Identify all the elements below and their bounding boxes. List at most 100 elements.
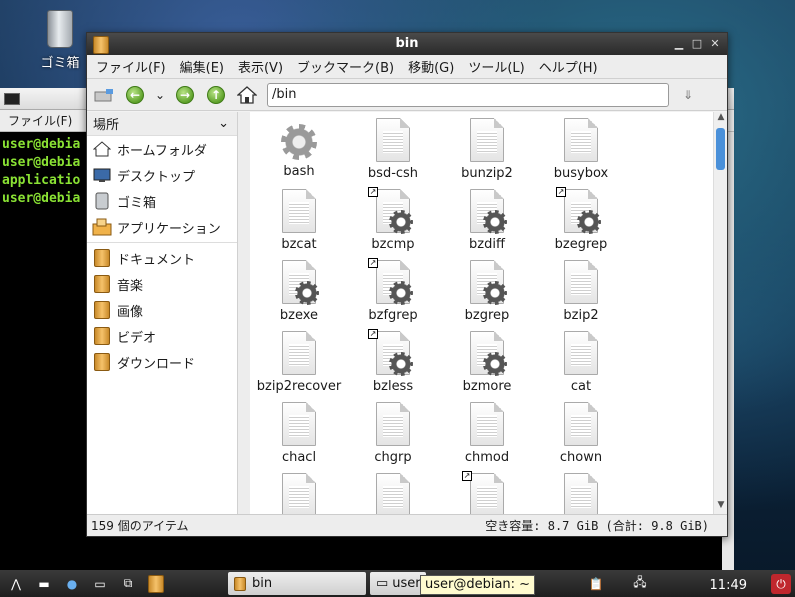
file-name: bunzip2 [461, 166, 513, 181]
forward-button[interactable]: → [172, 82, 198, 108]
file-item[interactable]: bzmore [440, 331, 534, 402]
file-item[interactable]: ↗ bzless [346, 329, 440, 402]
scroll-up-icon[interactable]: ▲ [714, 112, 727, 126]
bookmark-pictures[interactable]: 画像 [87, 297, 237, 323]
start-menu-button[interactable]: ⋀ [4, 573, 28, 595]
file-item[interactable]: bzgrep [440, 260, 534, 331]
window-titlebar[interactable]: bin ▁ □ ✕ [87, 33, 727, 55]
close-button[interactable]: ✕ [709, 33, 721, 55]
symlink-icon: ↗ [462, 471, 472, 481]
pane-splitter[interactable] [238, 112, 250, 514]
history-dropdown-button[interactable]: ⌄ [153, 82, 167, 108]
home-icon [237, 85, 257, 104]
parent-folder-button[interactable]: ↑ [203, 82, 229, 108]
folder-icon [148, 574, 164, 593]
file-item[interactable]: chown [534, 402, 628, 473]
file-item[interactable]: bsd-csh [346, 118, 440, 189]
executable-icon [470, 189, 507, 234]
network-icon: 🖧 [633, 575, 647, 589]
bookmark-documents[interactable]: ドキュメント [87, 245, 237, 271]
side-pane-selector[interactable]: 場所 ⌄ [87, 112, 237, 136]
location-go-button[interactable]: ⇓ [675, 82, 701, 108]
clipboard-icon: 📋 [588, 576, 604, 591]
file-name: bzmore [462, 379, 512, 394]
file-item[interactable]: chmod [440, 402, 534, 473]
document-icon [282, 473, 316, 514]
bookmark-videos[interactable]: ビデオ [87, 323, 237, 349]
file-name: bsd-csh [367, 166, 419, 181]
gear-icon [483, 281, 507, 305]
menu-go[interactable]: 移動(G) [401, 57, 461, 76]
file-item[interactable]: ↗ bzegrep [534, 187, 628, 260]
desktop-trash-icon[interactable]: ゴミ箱 [30, 10, 90, 71]
network-tray[interactable]: 🖧 [628, 573, 652, 595]
file-item[interactable] [346, 473, 440, 514]
gear-icon [281, 124, 317, 160]
back-button[interactable]: ← [122, 82, 148, 108]
place-desktop[interactable]: デスクトップ [87, 162, 237, 188]
file-item[interactable]: ↗ [440, 471, 534, 514]
bookmark-music[interactable]: 音楽 [87, 271, 237, 297]
maximize-button[interactable]: □ [691, 33, 703, 55]
browser-launcher[interactable]: ● [60, 573, 84, 595]
file-item[interactable]: bzdiff [440, 189, 534, 260]
gear-icon [389, 210, 413, 234]
file-item[interactable] [252, 473, 346, 514]
file-item[interactable]: chacl [252, 402, 346, 473]
window-switcher[interactable]: ⧉ [116, 573, 140, 595]
file-item[interactable]: ↗ bzfgrep [346, 258, 440, 331]
file-name: chown [559, 450, 603, 465]
menu-edit[interactable]: 編集(E) [173, 57, 231, 76]
arrow-down-icon: ⇓ [682, 87, 694, 102]
file-item[interactable]: ↗ bzcmp [346, 187, 440, 260]
task-terminal[interactable]: ▭ user@ [370, 572, 434, 595]
menu-help[interactable]: ヘルプ(H) [532, 57, 605, 76]
folder-icon [94, 275, 110, 293]
bookmark-downloads[interactable]: ダウンロード [87, 349, 237, 375]
show-desktop-button[interactable]: ▬ [32, 573, 56, 595]
terminal-launcher[interactable]: ▭ [88, 573, 112, 595]
clock[interactable]: 11:49 [710, 578, 747, 593]
task-file-manager[interactable]: bin [228, 572, 366, 595]
power-button[interactable]: ⏻ [771, 574, 791, 594]
scroll-down-icon[interactable]: ▼ [714, 500, 727, 514]
file-view-scrollbar[interactable]: ▲ ▼ [713, 112, 727, 514]
file-manager-launcher[interactable] [144, 573, 168, 595]
bookmark-label: 音楽 [117, 278, 144, 294]
chevron-down-icon: ⌄ [218, 116, 229, 131]
place-applications[interactable]: アプリケーション [87, 214, 237, 240]
file-item[interactable]: bunzip2 [440, 118, 534, 189]
minimize-button[interactable]: ▁ [673, 33, 685, 55]
executable-icon [376, 260, 413, 305]
location-input[interactable]: /bin [267, 82, 669, 107]
file-item[interactable]: bzip2recover [252, 331, 346, 402]
status-bar: 159 個のアイテム 空き容量: 8.7 GiB (合計: 9.8 GiB) [87, 514, 727, 536]
file-item[interactable]: bzip2 [534, 260, 628, 331]
home-button[interactable] [234, 82, 260, 108]
file-item[interactable]: chgrp [346, 402, 440, 473]
file-item[interactable]: busybox [534, 118, 628, 189]
menu-bookmarks[interactable]: ブックマーク(B) [290, 57, 401, 76]
clipboard-tray[interactable]: 📋 [584, 573, 608, 595]
new-tab-button[interactable] [91, 82, 117, 108]
menu-tools[interactable]: ツール(L) [461, 57, 531, 76]
file-item[interactable]: cat [534, 331, 628, 402]
file-item[interactable] [534, 473, 628, 514]
executable-icon [376, 189, 413, 234]
file-item[interactable]: bzcat [252, 189, 346, 260]
document-icon [376, 402, 410, 446]
file-manager-window: bin ▁ □ ✕ ファイル(F) 編集(E) 表示(V) ブックマーク(B) … [86, 32, 728, 537]
menu-file[interactable]: ファイル(F) [89, 57, 173, 76]
trash-icon [47, 10, 73, 48]
file-item[interactable]: bash [252, 118, 346, 189]
menu-view[interactable]: 表示(V) [231, 57, 290, 76]
place-home[interactable]: ホームフォルダ [87, 136, 237, 162]
executable-icon [564, 189, 601, 234]
file-grid: bash bsd-csh bunzip2 busybox bzcat ↗ bzcmp bzdi… [252, 118, 628, 514]
file-item[interactable]: bzexe [252, 260, 346, 331]
scrollbar-thumb[interactable] [716, 128, 725, 170]
executable-icon [470, 260, 507, 305]
file-name: bzip2 [563, 308, 599, 323]
place-trash[interactable]: ゴミ箱 [87, 188, 237, 214]
chevron-down-icon: ⌄ [154, 87, 166, 102]
